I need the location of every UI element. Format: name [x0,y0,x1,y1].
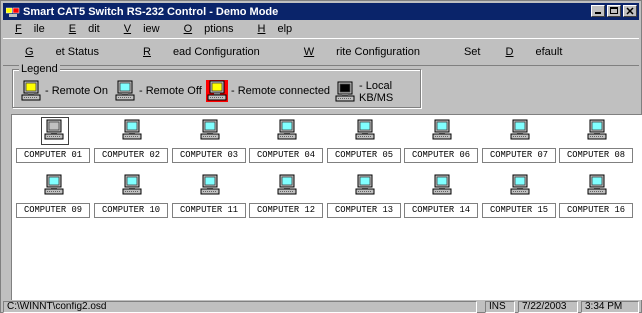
computer-icon[interactable] [41,117,69,145]
menu-options[interactable]: Options [172,23,246,35]
computer-icon[interactable] [354,174,378,198]
computer-icon[interactable] [43,174,67,198]
computer-label: COMPUTER 13 [327,203,401,218]
computer-label: COMPUTER 07 [482,148,556,163]
read-configuration-button[interactable]: Read Configuration [121,46,282,58]
computer-local-icon [334,81,356,103]
computer-icon[interactable] [431,174,455,198]
menu-file[interactable]: File [3,23,57,35]
legend-title: Legend [19,63,60,75]
get-status-button[interactable]: Get Status [3,46,121,58]
toolbar: Get Status Read Configuration Write Conf… [3,38,639,66]
minimize-button[interactable] [591,5,605,17]
computer-icon[interactable] [276,174,300,198]
window-title: Smart CAT5 Switch RS-232 Control - Demo … [23,5,279,18]
title-bar[interactable]: Smart CAT5 Switch RS-232 Control - Demo … [3,3,639,20]
computer-icon[interactable] [121,174,145,198]
status-insert-mode: INS [485,301,515,313]
computer-label: COMPUTER 05 [327,148,401,163]
computer-label: COMPUTER 09 [16,203,90,218]
app-window: Smart CAT5 Switch RS-232 Control - Demo … [0,0,642,313]
computer-icon[interactable] [586,174,610,198]
computer-off-icon [114,80,136,102]
write-configuration-button[interactable]: Write Configuration [282,46,442,58]
computer-label: COMPUTER 12 [249,203,323,218]
computer-grid: COMPUTER 01 COMPUTER 02 COMPUTER 03 COMP… [11,114,642,300]
computer-label: COMPUTER 03 [172,148,246,163]
computer-icon[interactable] [509,174,533,198]
status-date: 7/22/2003 [518,301,578,313]
legend-item-local-kbms: - Local KB/MS [334,80,420,104]
computer-on-icon [20,80,42,102]
set-default-button[interactable]: Set Default [442,46,584,58]
menu-bar: File Edit View Options Help [3,21,639,37]
computer-icon[interactable] [199,119,223,143]
computer-icon[interactable] [276,119,300,143]
computer-label: COMPUTER 02 [94,148,168,163]
computer-icon[interactable] [586,119,610,143]
app-icon [5,6,20,18]
computer-label: COMPUTER 06 [404,148,478,163]
legend-group: Legend - Remote On - Remote Off - Remote… [12,63,421,108]
status-bar: C:\WINNT\config2.osd INS 7/22/2003 3:34 … [3,301,639,313]
computer-label: COMPUTER 10 [94,203,168,218]
close-button[interactable] [623,5,637,17]
menu-edit[interactable]: Edit [57,23,112,35]
computer-label: COMPUTER 08 [559,148,633,163]
menu-view[interactable]: View [112,23,172,35]
legend-item-remote-off: - Remote Off [114,80,202,102]
maximize-button[interactable] [607,5,621,17]
computer-icon[interactable] [121,119,145,143]
computer-label: COMPUTER 16 [559,203,633,218]
status-time: 3:34 PM [581,301,639,313]
computer-connected-icon [206,80,228,102]
computer-label: COMPUTER 04 [249,148,323,163]
computer-label: COMPUTER 15 [482,203,556,218]
computer-label: COMPUTER 11 [172,203,246,218]
legend-item-remote-on: - Remote On [20,80,108,102]
legend-item-remote-connected: - Remote connected [206,80,330,102]
computer-label: COMPUTER 01 [16,148,90,163]
status-file-path: C:\WINNT\config2.osd [3,301,477,313]
computer-icon[interactable] [509,119,533,143]
computer-label: COMPUTER 14 [404,203,478,218]
computer-icon[interactable] [199,174,223,198]
menu-help[interactable]: Help [246,23,305,35]
computer-icon[interactable] [354,119,378,143]
computer-icon[interactable] [431,119,455,143]
